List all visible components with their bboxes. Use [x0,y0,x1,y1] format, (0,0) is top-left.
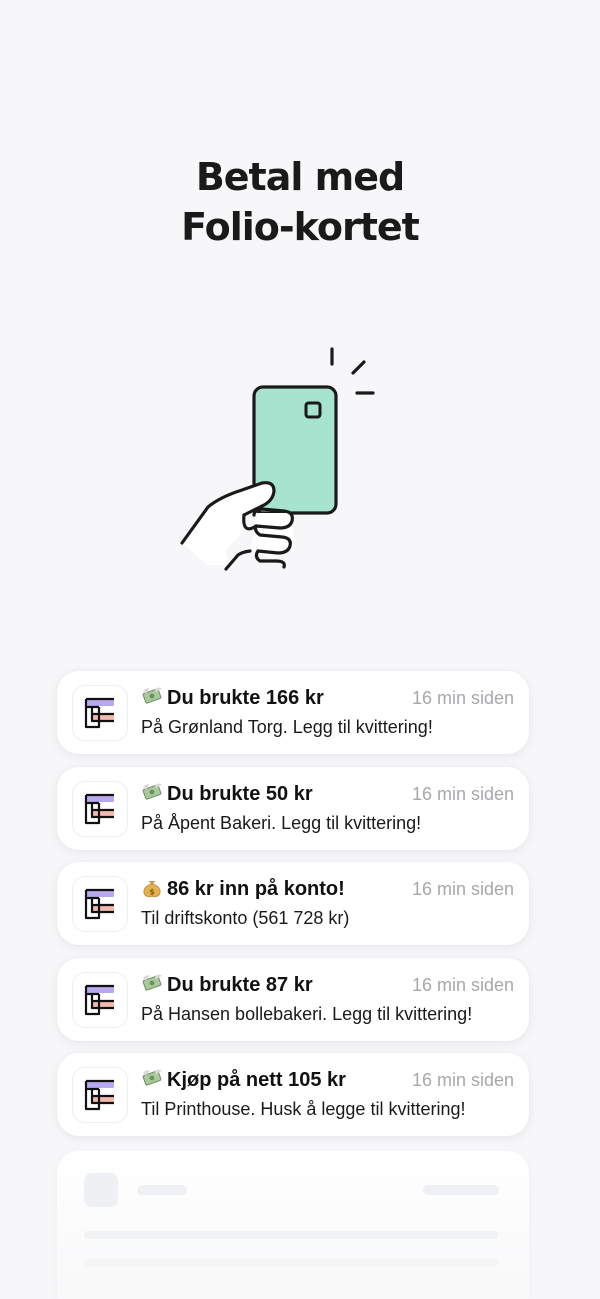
notification-card[interactable]: Du brukte 50 kr 16 min siden På Åpent Ba… [57,766,529,850]
money-with-wings-icon [142,974,162,991]
folio-logo-icon [73,781,127,836]
notification-card[interactable]: Du brukte 87 kr 16 min siden På Hansen b… [57,957,529,1041]
notification-card[interactable]: Du brukte 166 kr 16 min siden På Grønlan… [57,671,529,754]
notification-card[interactable]: $ 86 kr inn på konto! 16 min siden Til d… [57,862,529,945]
notification-title: Du brukte 166 kr [167,687,324,709]
notification-card[interactable]: Kjøp på nett 105 kr 16 min siden Til Pri… [57,1053,529,1136]
title-line-2: Folio-kortet [181,205,420,249]
folio-logo-icon [73,877,127,931]
notification-body: På Grønland Torg. Legg til kvittering! [141,717,433,737]
folio-logo-icon [73,1068,127,1122]
money-bag-icon: $ [143,881,161,897]
notification-body: Til Printhouse. Husk å legge til kvitter… [141,1099,466,1119]
placeholder-line [137,1185,187,1195]
notification-body: På Hansen bollebakeri. Legg til kvitteri… [141,1003,473,1024]
notification-title: Kjøp på nett 105 kr [167,1069,346,1091]
placeholder-icon [84,1173,118,1207]
notification-title: Du brukte 87 kr [167,973,313,996]
placeholder-line [84,1231,498,1239]
notification-time: 16 min siden [411,1070,514,1090]
notification-body: Til driftskonto (561 728 kr) [141,908,350,928]
notification-title: 86 kr inn på konto! [167,878,345,900]
notification-time: 16 min siden [411,783,514,804]
notification-time: 16 min siden [411,879,514,899]
folio-logo-icon [73,686,127,740]
money-with-wings-icon [142,687,162,704]
svg-text:$: $ [149,888,155,897]
notification-time: 16 min siden [411,688,514,708]
notification-time: 16 min siden [411,974,514,995]
notification-title: Du brukte 50 kr [167,782,313,805]
notification-list: Du brukte 166 kr 16 min siden På Grønlan… [57,671,529,1149]
notification-body: På Åpent Bakeri. Legg til kvittering! [141,812,422,833]
folio-logo-icon [73,972,127,1027]
money-with-wings-icon [142,783,162,800]
page-title: Betal med Folio-kortet [0,152,600,252]
placeholder-line [423,1185,499,1195]
title-line-1: Betal med [195,155,405,199]
placeholder-line [84,1259,498,1267]
money-with-wings-icon [142,1069,162,1086]
placeholder-notification-card [57,1151,529,1299]
hand-holding-card-icon [170,335,390,580]
